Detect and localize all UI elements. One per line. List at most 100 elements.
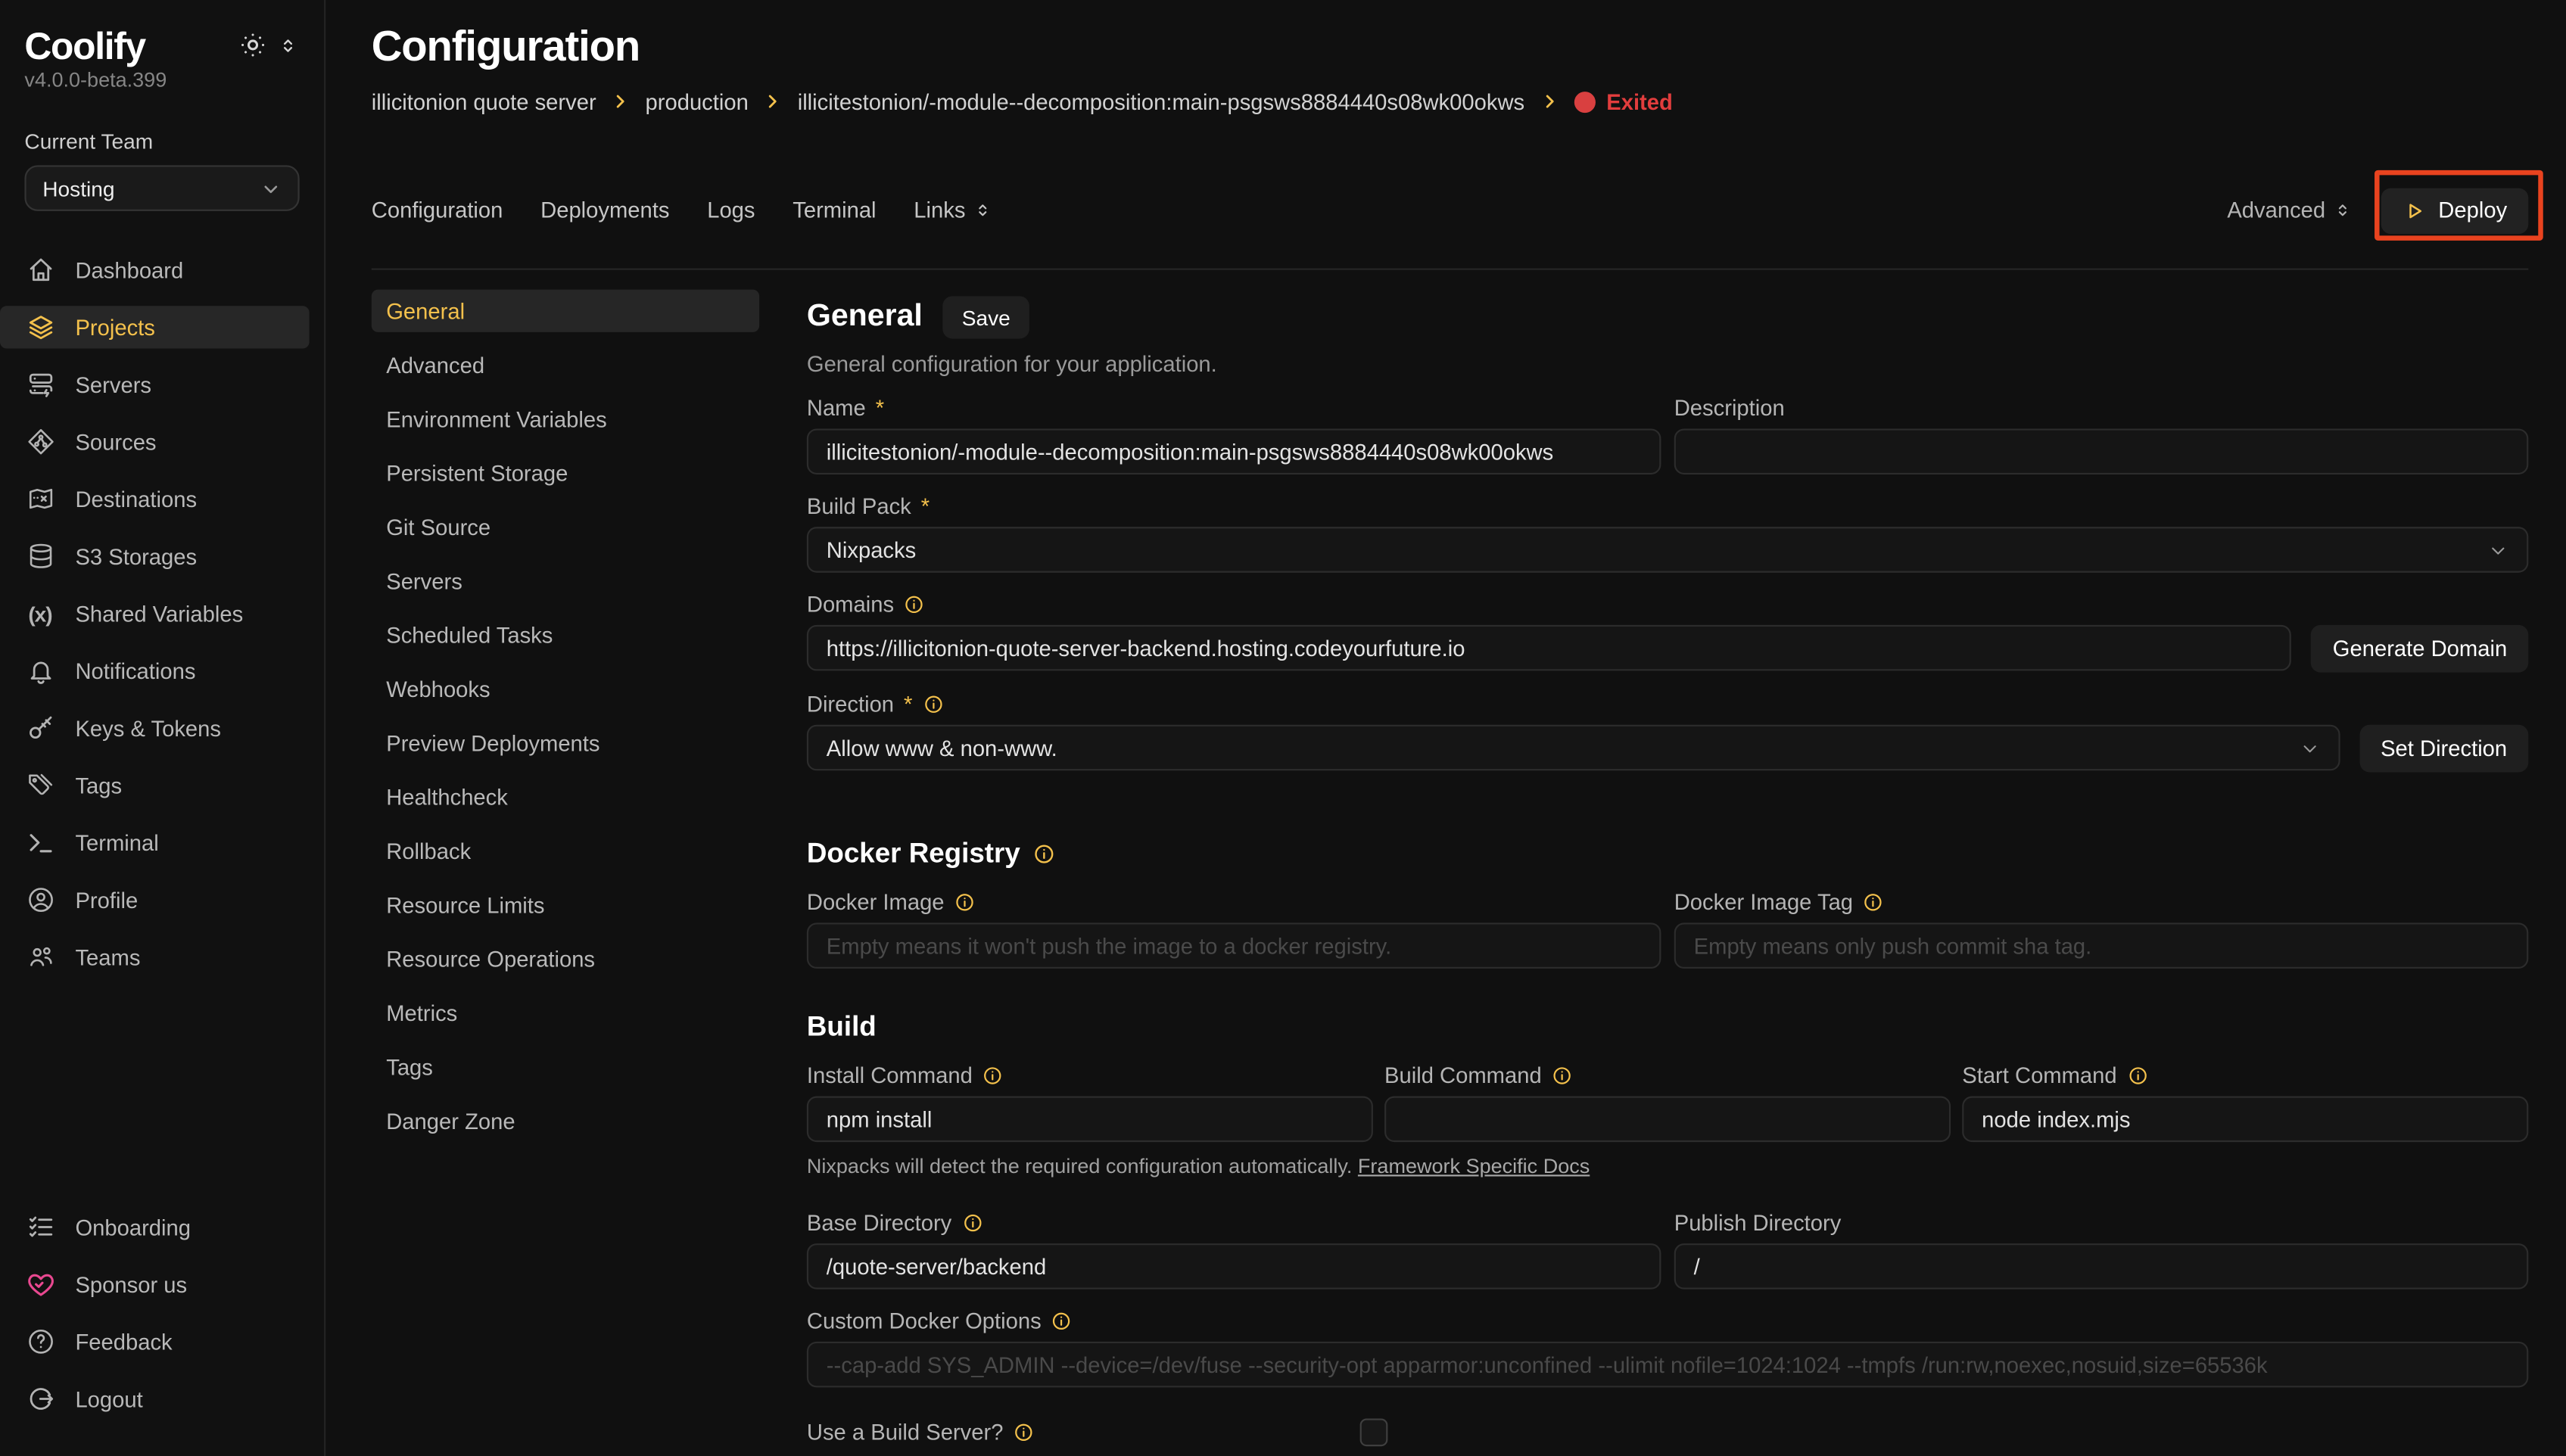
tab-configuration[interactable]: Configuration <box>372 198 503 222</box>
docker-image-tag-input[interactable] <box>1674 922 2529 969</box>
base-directory-label: Base Directory <box>807 1211 1661 1235</box>
sidebar-nav: Dashboard Projects Servers <box>0 249 324 978</box>
config-menu-git-source[interactable]: Git Source <box>372 506 759 548</box>
tab-links[interactable]: Links <box>914 198 992 222</box>
info-icon <box>1033 842 1056 865</box>
sidebar-item-terminal[interactable]: Terminal <box>0 821 324 863</box>
config-menu-environment-variables[interactable]: Environment Variables <box>372 397 759 440</box>
config-menu-advanced[interactable]: Advanced <box>372 344 759 386</box>
config-menu-webhooks[interactable]: Webhooks <box>372 667 759 710</box>
tab-logs[interactable]: Logs <box>707 198 755 222</box>
direction-select[interactable]: Allow www & non-www. <box>807 725 2340 771</box>
deploy-button[interactable]: Deploy <box>2381 188 2529 234</box>
install-command-input[interactable] <box>807 1097 1373 1143</box>
sidebar-item-sponsor[interactable]: Sponsor us <box>0 1263 324 1305</box>
required-asterisk: * <box>876 396 884 420</box>
build-pack-select[interactable]: Nixpacks <box>807 527 2528 573</box>
app-logo: Coolify <box>24 24 145 67</box>
sun-icon[interactable] <box>239 31 267 59</box>
advanced-menu[interactable]: Advanced <box>2227 198 2351 222</box>
build-pack-label: Build Pack* <box>807 494 2528 518</box>
configuration-content: General Advanced Environment Variables P… <box>372 290 2529 1447</box>
description-label: Description <box>1674 396 2529 420</box>
config-menu-scheduled-tasks[interactable]: Scheduled Tasks <box>372 614 759 656</box>
sidebar-item-label: Tags <box>75 773 122 798</box>
sidebar-item-label: Terminal <box>75 830 158 854</box>
info-icon <box>1552 1065 1573 1086</box>
build-server-checkbox[interactable] <box>1360 1418 1388 1446</box>
sidebar-item-s3-storages[interactable]: S3 Storages <box>0 535 324 577</box>
sidebar-item-servers[interactable]: Servers <box>0 363 324 406</box>
breadcrumb-environment[interactable]: production <box>646 89 749 114</box>
chevron-up-down-icon <box>2334 201 2352 219</box>
tab-bar: Configuration Deployments Logs Terminal … <box>372 186 2529 234</box>
sidebar-item-sources[interactable]: Sources <box>0 421 324 463</box>
description-input[interactable] <box>1674 428 2529 474</box>
config-menu-metrics[interactable]: Metrics <box>372 991 759 1034</box>
name-label: Name* <box>807 396 1661 420</box>
domains-input[interactable] <box>807 625 2292 671</box>
start-command-input[interactable] <box>1962 1097 2528 1143</box>
sidebar-item-dashboard[interactable]: Dashboard <box>0 249 324 291</box>
tab-deployments[interactable]: Deployments <box>540 198 669 222</box>
config-menu-rollback[interactable]: Rollback <box>372 829 759 872</box>
sidebar-item-label: Destinations <box>75 487 197 511</box>
config-menu-danger-zone[interactable]: Danger Zone <box>372 1100 759 1142</box>
info-icon <box>1013 1422 1034 1443</box>
sidebar-item-label: S3 Storages <box>75 544 197 568</box>
build-server-label: Use a Build Server? <box>807 1420 1360 1445</box>
app-version: v4.0.0-beta.399 <box>0 67 324 92</box>
sidebar-item-label: Logout <box>75 1386 142 1411</box>
theme-switcher[interactable] <box>239 31 298 59</box>
save-button[interactable]: Save <box>942 296 1030 338</box>
config-menu-preview-deployments[interactable]: Preview Deployments <box>372 721 759 764</box>
set-direction-button[interactable]: Set Direction <box>2359 725 2528 773</box>
docker-image-input[interactable] <box>807 922 1661 969</box>
sidebar-item-profile[interactable]: Profile <box>0 879 324 921</box>
breadcrumb-application[interactable]: illicitestonion/-module--decomposition:m… <box>798 89 1524 114</box>
logout-icon <box>24 1384 55 1414</box>
info-icon <box>904 594 925 615</box>
config-menu-general[interactable]: General <box>372 290 759 332</box>
name-input[interactable] <box>807 428 1661 474</box>
base-directory-input[interactable] <box>807 1243 1661 1290</box>
sidebar-item-onboarding[interactable]: Onboarding <box>0 1206 324 1248</box>
generate-domain-button[interactable]: Generate Domain <box>2312 625 2529 673</box>
heart-icon <box>24 1270 55 1299</box>
sidebar-item-logout[interactable]: Logout <box>0 1377 324 1420</box>
chevron-down-icon <box>2487 539 2508 560</box>
config-menu-resource-limits[interactable]: Resource Limits <box>372 883 759 926</box>
info-icon <box>2127 1065 2148 1086</box>
build-command-input[interactable] <box>1384 1097 1951 1143</box>
config-menu-persistent-storage[interactable]: Persistent Storage <box>372 452 759 494</box>
sidebar-item-projects[interactable]: Projects <box>0 306 310 348</box>
breadcrumb-project[interactable]: illicitonion quote server <box>372 89 596 114</box>
sidebar-item-label: Sponsor us <box>75 1272 187 1296</box>
info-icon <box>922 694 943 715</box>
logo-row: Coolify <box>0 0 324 67</box>
sidebar-item-feedback[interactable]: Feedback <box>0 1321 324 1363</box>
home-icon <box>24 255 55 285</box>
sidebar-item-teams[interactable]: Teams <box>0 936 324 978</box>
chevron-up-down-icon[interactable] <box>279 35 298 54</box>
config-menu-resource-operations[interactable]: Resource Operations <box>372 938 759 980</box>
custom-docker-options-input[interactable] <box>807 1342 2528 1388</box>
config-menu-healthcheck[interactable]: Healthcheck <box>372 776 759 818</box>
framework-docs-link[interactable]: Framework Specific Docs <box>1358 1155 1590 1178</box>
sidebar-item-notifications[interactable]: Notifications <box>0 649 324 692</box>
tab-terminal[interactable]: Terminal <box>793 198 876 222</box>
sidebar-item-label: Teams <box>75 945 140 969</box>
config-menu-tags[interactable]: Tags <box>372 1046 759 1088</box>
info-icon <box>1051 1311 1073 1332</box>
publish-directory-input[interactable] <box>1674 1243 2529 1290</box>
nixpacks-note: Nixpacks will detect the required config… <box>807 1155 2528 1178</box>
sidebar-item-tags[interactable]: Tags <box>0 764 324 807</box>
variables-icon: (x) <box>24 602 55 626</box>
config-menu-servers[interactable]: Servers <box>372 559 759 602</box>
breadcrumb: illicitonion quote server production ill… <box>372 89 2529 115</box>
sidebar-item-keys-tokens[interactable]: Keys & Tokens <box>0 707 324 749</box>
sidebar-item-destinations[interactable]: Destinations <box>0 478 324 520</box>
required-asterisk: * <box>904 692 912 717</box>
team-select[interactable]: Hosting <box>24 165 299 211</box>
sidebar-item-shared-variables[interactable]: (x) Shared Variables <box>0 593 324 635</box>
